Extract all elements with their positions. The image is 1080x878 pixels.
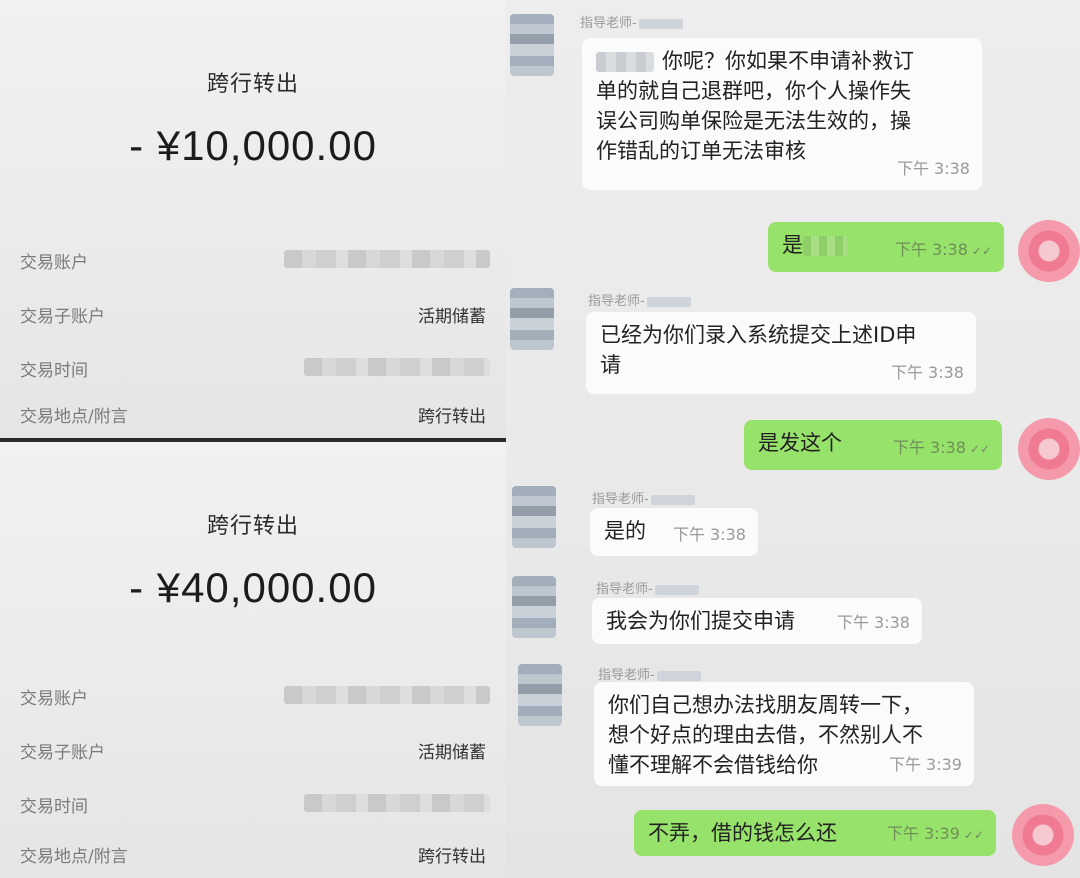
message-text: 我会为你们提交申请 [606,609,795,633]
message-bubble[interactable]: 你呢？你如果不申请补救订 单的就自己退群吧，你个人操作失 误公司购单保险是无法生… [582,38,982,190]
avatar[interactable] [1012,804,1074,866]
redacted-value [284,686,490,704]
receipt-row-account: 交易账户 [20,244,490,274]
message-time: 下午 3:38 [836,613,910,632]
receipt-title: 跨行转出 [206,514,299,539]
message-time: 下午 3:38 ✓✓ [892,438,990,457]
redacted-value [284,250,490,268]
avatar[interactable] [1018,418,1080,480]
row-value: 跨行转出 [418,407,486,427]
message-time: 下午 3:38 ✓✓ [894,240,992,259]
message-bubble[interactable]: 你们自己想办法找朋友周转一下， 想个好点的理由去借，不然别人不 懂不理解不会借钱… [594,682,974,786]
receipt-row-subaccount: 交易子账户 活期储蓄 [20,298,490,328]
receipt-row-subaccount: 交易子账户 活期储蓄 [20,734,490,764]
read-check-icon: ✓✓ [963,828,984,842]
avatar[interactable] [510,14,554,76]
row-label: 交易地点/附言 [20,407,128,427]
message-bubble[interactable]: 是 下午 3:38 ✓✓ [768,222,1004,272]
message-line: 误公司购单保险是无法生效的，操 [596,109,911,133]
message-line: 你们自己想办法找朋友周转一下， [608,693,923,717]
message-line: 想个好点的理由去借，不然别人不 [608,723,923,747]
sender-name: 指导老师- [580,12,683,31]
redacted-text [803,236,847,256]
message-bubble[interactable]: 不弄，借的钱怎么还 下午 3:39 ✓✓ [634,810,996,856]
row-value: 活期储蓄 [418,307,486,327]
message-time: 下午 3:38 [890,363,964,382]
message-text: 不弄，借的钱怎么还 [648,821,837,845]
message-time: 下午 3:39 [888,755,962,774]
row-value: 活期储蓄 [418,743,486,763]
message-time: 下午 3:38 [896,159,970,178]
message-text: 是 [782,233,803,257]
receipt-amount: - ¥10,000.00 [129,122,377,169]
transfer-receipt: 跨行转出 - ¥10,000.00 交易账户 交易子账户 活期储蓄 交易时间 交… [0,0,506,438]
row-value: 跨行转出 [418,847,486,867]
receipt-row-time: 交易时间 [20,352,490,382]
read-check-icon: ✓✓ [971,244,992,258]
sender-name: 指导老师- [588,290,691,309]
row-label: 交易子账户 [20,743,105,763]
avatar[interactable] [512,486,556,548]
row-label: 交易账户 [20,253,88,273]
receipt-amount: - ¥40,000.00 [129,564,377,611]
redacted-name [646,296,691,307]
chat-conversation: 指导老师- 你呢？你如果不申请补救订 单的就自己退群吧，你个人操作失 误公司购单… [506,0,1080,878]
receipt-row-remark: 交易地点/附言 跨行转出 [20,838,490,868]
redacted-name [654,584,699,595]
redacted-value [304,794,490,812]
redacted-name [638,18,683,29]
redacted-name [656,670,701,681]
message-text: 你呢？你如果不申请补救订 [662,49,914,73]
row-label: 交易地点/附言 [20,847,128,867]
avatar[interactable] [510,288,554,350]
sender-name-text: 指导老师- [598,668,655,683]
avatar[interactable] [512,576,556,638]
receipt-title: 跨行转出 [206,72,299,97]
message-bubble[interactable]: 已经为你们录入系统提交上述ID申 请 下午 3:38 [586,312,976,394]
sender-name-text: 指导老师- [596,582,653,597]
sender-name-text: 指导老师- [580,16,637,31]
sender-name-text: 指导老师- [588,294,645,309]
avatar[interactable] [1018,220,1080,282]
message-line: 你呢？你如果不申请补救订 [596,46,968,76]
message-bubble[interactable]: 是的 下午 3:38 [590,508,758,556]
message-text: 是发这个 [758,431,842,455]
redacted-name [596,52,654,72]
receipt-row-account: 交易账户 [20,680,490,710]
message-time: 下午 3:38 [672,525,746,544]
row-label: 交易时间 [20,797,88,817]
sender-name: 指导老师- [598,664,701,683]
sender-name: 指导老师- [596,578,699,597]
message-line: 已经为你们录入系统提交上述ID申 [600,323,917,347]
message-time: 下午 3:39 ✓✓ [886,824,984,843]
receipt-row-time: 交易时间 [20,788,490,818]
message-bubble[interactable]: 是发这个 下午 3:38 ✓✓ [744,420,1002,470]
message-line: 单的就自己退群吧，你个人操作失 [596,79,911,103]
avatar[interactable] [518,664,562,726]
read-check-icon: ✓✓ [969,442,990,456]
row-label: 交易子账户 [20,307,105,327]
sender-name: 指导老师- [592,488,695,507]
sender-name-text: 指导老师- [592,492,649,507]
receipt-row-remark: 交易地点/附言 跨行转出 [20,398,490,428]
transfer-receipt: 跨行转出 - ¥40,000.00 交易账户 交易子账户 活期储蓄 交易时间 交… [0,442,506,878]
row-label: 交易时间 [20,361,88,381]
message-text: 是的 [604,519,646,543]
redacted-name [650,494,695,505]
redacted-value [304,358,490,376]
row-label: 交易账户 [20,689,88,709]
message-bubble[interactable]: 我会为你们提交申请 下午 3:38 [592,598,922,644]
